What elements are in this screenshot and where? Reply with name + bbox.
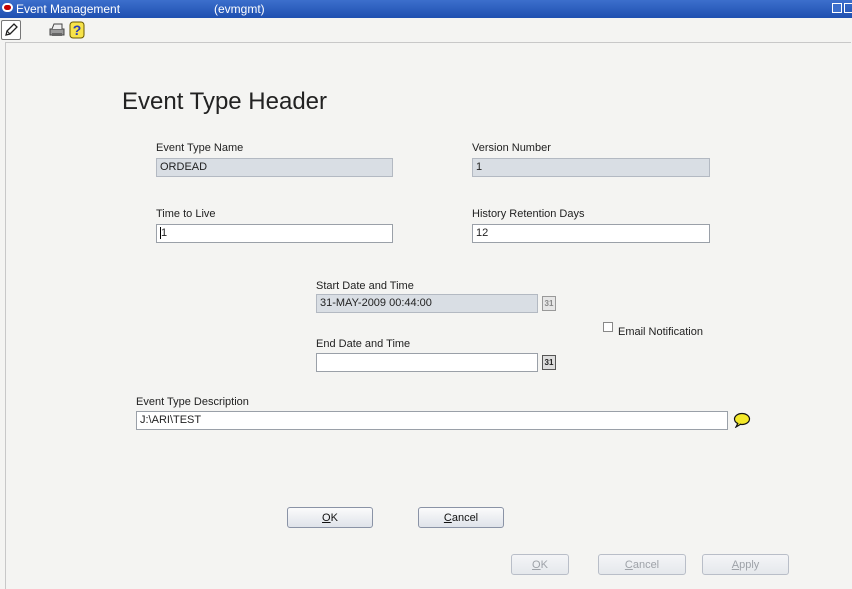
window-code: (evmgmt)	[214, 2, 265, 16]
edit-icon	[5, 23, 18, 36]
help-button[interactable]: ?	[67, 20, 87, 40]
title-bar: Event Management (evmgmt)	[0, 0, 852, 18]
end-date-time-input[interactable]	[316, 353, 538, 372]
version-number-field[interactable]: 1	[472, 158, 710, 177]
email-notification-checkbox[interactable]	[603, 322, 613, 332]
restore-window-icon[interactable]	[832, 3, 842, 13]
history-retention-days-input[interactable]: 12	[472, 224, 710, 243]
cancel-button[interactable]: Cancel	[418, 507, 504, 528]
help-icon: ?	[69, 21, 85, 39]
cancel-button-label: ancel	[451, 511, 479, 524]
footer-cancel-button[interactable]: Cancel	[598, 554, 686, 575]
footer-apply-label: pply	[739, 558, 760, 571]
edit-text-bubble-icon[interactable]	[733, 412, 751, 428]
footer-cancel-label: ancel	[632, 558, 660, 571]
event-type-name-label: Event Type Name	[156, 142, 244, 154]
description-label: Event Type Description	[136, 396, 249, 408]
footer-ok-accel: O	[532, 558, 541, 571]
footer-ok-button[interactable]: OK	[511, 554, 569, 575]
print-button[interactable]	[47, 20, 67, 40]
start-date-time-label: Start Date and Time	[316, 280, 414, 292]
end-date-time-label: End Date and Time	[316, 338, 411, 350]
footer-apply-accel: A	[731, 558, 740, 571]
time-to-live-input[interactable]: 1	[156, 224, 393, 243]
ok-button-label: K	[330, 511, 338, 524]
svg-text:?: ?	[73, 22, 82, 38]
end-date-calendar-icon[interactable]: 31	[542, 355, 556, 370]
description-input[interactable]: J:\ARI\TEST	[136, 411, 728, 430]
time-to-live-value: 1	[161, 227, 168, 239]
time-to-live-label: Time to Live	[156, 208, 216, 220]
event-type-name-field[interactable]: ORDEAD	[156, 158, 393, 177]
history-retention-days-label: History Retention Days	[472, 208, 585, 220]
email-notification-label: Email Notification	[618, 326, 703, 338]
ok-button-accel: O	[322, 511, 331, 524]
printer-icon	[49, 23, 65, 36]
page-title: Event Type Header	[122, 88, 328, 115]
ok-button[interactable]: OK	[287, 507, 373, 528]
cancel-button-accel: C	[443, 511, 452, 524]
edit-button[interactable]	[1, 20, 21, 40]
footer-ok-label: K	[540, 558, 548, 571]
window-title: Event Management	[16, 2, 121, 16]
oracle-logo-icon	[2, 3, 13, 12]
version-number-label: Version Number	[472, 142, 551, 154]
start-date-time-field[interactable]: 31-MAY-2009 00:44:00	[316, 294, 538, 313]
footer-cancel-accel: C	[624, 558, 633, 571]
start-date-calendar-icon[interactable]: 31	[542, 296, 556, 311]
close-window-icon[interactable]	[844, 3, 852, 13]
toolbar: ?	[0, 18, 852, 42]
footer-apply-button[interactable]: Apply	[702, 554, 789, 575]
